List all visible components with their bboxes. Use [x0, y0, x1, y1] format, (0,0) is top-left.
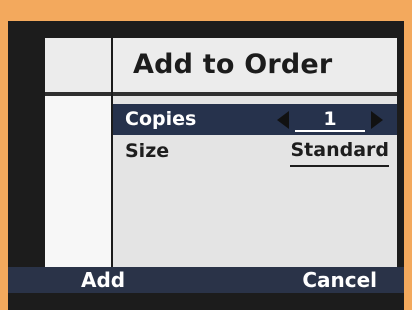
copies-label: Copies — [125, 108, 197, 130]
header: Add to Order — [45, 38, 397, 96]
left-arrow-icon[interactable] — [277, 110, 289, 129]
size-row[interactable]: Size Standard — [111, 136, 397, 167]
page-title: Add to Order — [133, 49, 333, 80]
add-button[interactable]: Add — [81, 270, 125, 290]
vertical-divider — [111, 37, 113, 267]
size-value: Standard — [290, 136, 389, 167]
screen-panel: Add to Order Copies 1 Size Standard — [45, 38, 397, 267]
cancel-button[interactable]: Cancel — [302, 270, 377, 290]
size-label: Size — [125, 140, 170, 162]
copies-value: 1 — [295, 108, 365, 132]
copies-row[interactable]: Copies 1 — [111, 104, 397, 135]
left-pane — [45, 96, 111, 267]
content-area: Copies 1 Size Standard — [111, 96, 397, 267]
footer-bar: Add Cancel — [8, 267, 404, 293]
right-arrow-icon[interactable] — [371, 110, 383, 129]
copies-control[interactable]: 1 — [277, 104, 383, 135]
